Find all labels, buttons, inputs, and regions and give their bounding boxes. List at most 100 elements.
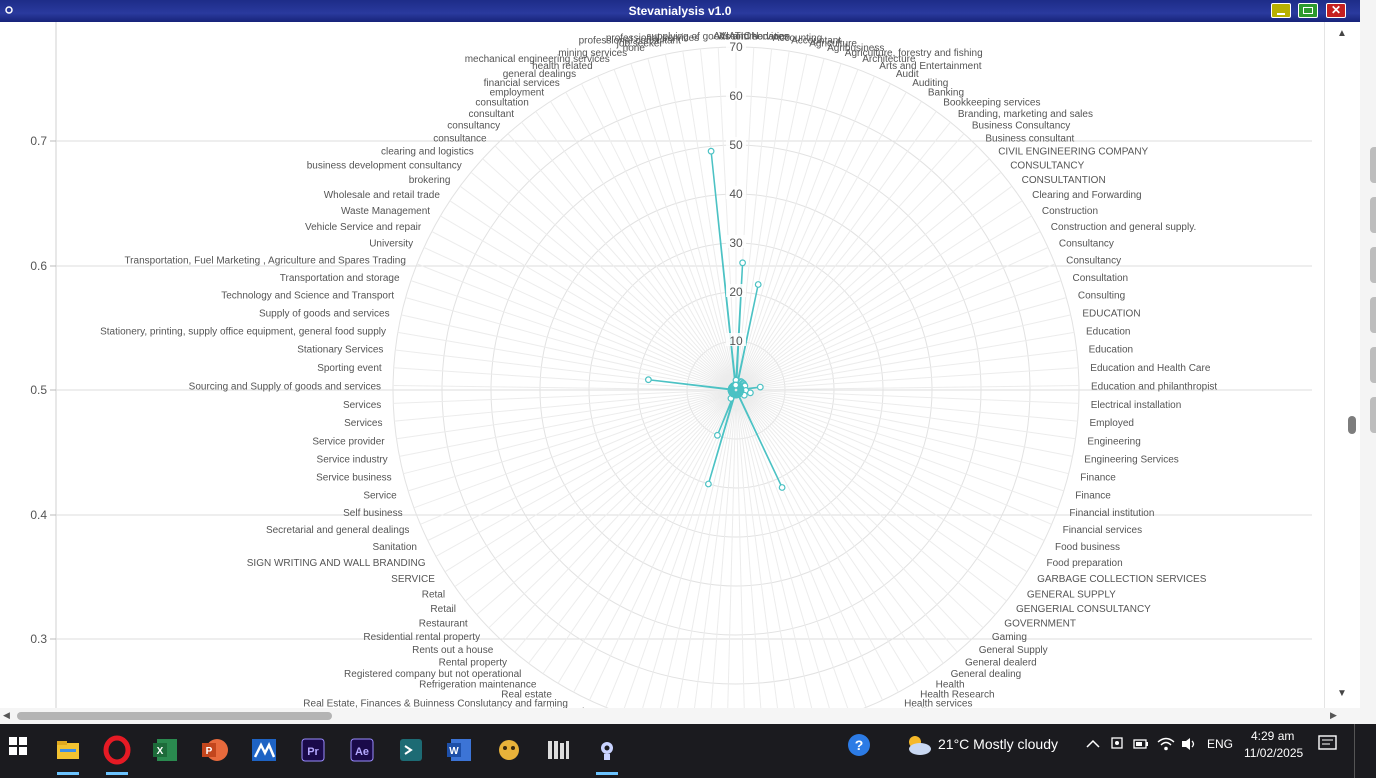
horizontal-scrollbar[interactable]: ◀ ▶ <box>0 708 1360 724</box>
category-label: Technology and Science and Transport <box>221 290 394 301</box>
category-label: mining services <box>558 48 627 59</box>
radial-spoke <box>735 389 1007 602</box>
category-label: Residential rental property <box>363 632 480 643</box>
category-label: Registered company but not operational <box>344 669 521 680</box>
premiere-icon[interactable]: Pr <box>296 733 330 767</box>
category-label: Stationary Services <box>297 345 383 356</box>
wifi-icon[interactable] <box>1157 736 1175 752</box>
opera-icon[interactable] <box>100 733 134 775</box>
word-icon[interactable]: W <box>443 733 477 767</box>
svg-text:P: P <box>206 746 213 757</box>
radial-spoke <box>521 121 737 391</box>
powerpoint-icon[interactable]: P <box>198 733 232 767</box>
terminal-app-icon[interactable] <box>394 733 428 767</box>
svg-text:?: ? <box>855 737 864 753</box>
close-button[interactable]: ✕ <box>1326 3 1346 18</box>
side-tab[interactable] <box>1370 147 1376 183</box>
radial-spoke <box>735 389 944 664</box>
radial-spoke <box>528 389 737 664</box>
category-label: Service business <box>316 473 392 484</box>
vertical-scroll-thumb[interactable] <box>1348 416 1356 434</box>
radial-spoke <box>735 63 842 391</box>
weather-text[interactable]: 21°C Mostly cloudy <box>938 736 1058 752</box>
excel-icon[interactable]: X <box>149 733 183 767</box>
category-label: Education and philanthropist <box>1091 381 1217 392</box>
volume-icon[interactable] <box>1180 736 1198 752</box>
category-label: Finance <box>1080 473 1116 484</box>
radial-spoke <box>664 54 737 391</box>
radial-spoke <box>465 389 737 602</box>
data-point <box>739 259 746 267</box>
category-label: General dealerd <box>965 657 1037 668</box>
y-tick-label: 0.7 <box>30 134 47 148</box>
weather-cloudy-icon[interactable] <box>903 732 933 758</box>
category-label: Retal <box>422 589 445 600</box>
scroll-left-icon[interactable]: ◀ <box>3 710 10 721</box>
game-icon[interactable] <box>492 733 526 767</box>
battery-icon[interactable] <box>1133 737 1149 751</box>
scroll-up-icon[interactable]: ▲ <box>1337 28 1347 39</box>
after-effects-icon[interactable]: Ae <box>345 733 379 767</box>
category-label: Rents out a house <box>412 645 494 656</box>
svg-text:Pr: Pr <box>307 746 319 758</box>
y-tick-label: 0.3 <box>30 632 47 646</box>
radial-spoke <box>613 69 737 391</box>
maximize-button[interactable] <box>1298 3 1318 18</box>
category-label: Arts and Entertainment <box>879 61 981 72</box>
language-indicator[interactable]: ENG <box>1207 737 1233 751</box>
side-tab[interactable] <box>1370 197 1376 233</box>
category-label: Education <box>1089 345 1133 356</box>
data-point <box>756 383 764 391</box>
category-label: General Supply <box>979 645 1048 656</box>
category-label: Consultancy <box>1059 239 1114 250</box>
minimize-button[interactable] <box>1271 3 1291 18</box>
notification-icon[interactable] <box>1318 735 1338 753</box>
category-label: Vehicle Service and repair <box>305 222 422 233</box>
category-label: Clearing and Forwarding <box>1032 190 1142 201</box>
category-label: GOVERNMENT <box>1004 619 1076 630</box>
mathtype-icon[interactable] <box>247 733 281 767</box>
radial-spoke <box>589 389 737 701</box>
clock-date[interactable]: 11/02/2025 <box>1244 746 1303 760</box>
window-titlebar[interactable]: Stevanialysis v1.0 ✕ <box>0 0 1360 22</box>
data-point <box>778 484 786 491</box>
windows-start-icon[interactable] <box>9 737 27 755</box>
file-explorer-icon[interactable] <box>51 733 85 775</box>
clock-time[interactable]: 4:29 am <box>1251 729 1294 743</box>
category-label: employment <box>490 87 545 98</box>
radial-spoke <box>630 63 737 391</box>
stevanialysis-icon[interactable] <box>590 733 624 775</box>
show-desktop-divider[interactable] <box>1354 724 1355 778</box>
category-label: Employed <box>1090 418 1134 429</box>
category-label: Supply of goods and services <box>259 308 390 319</box>
horizontal-scroll-thumb[interactable] <box>17 712 332 720</box>
category-label: Sourcing and Supply of goods and service… <box>189 381 381 392</box>
chevron-up-icon[interactable] <box>1086 738 1100 750</box>
data-point <box>732 381 740 389</box>
radial-tick-label: 60 <box>729 89 743 103</box>
side-tab[interactable] <box>1370 297 1376 333</box>
category-label: General dealing <box>951 669 1022 680</box>
category-label: consultancy <box>447 121 500 132</box>
side-tab[interactable] <box>1370 397 1376 433</box>
category-label: Transportation, Fuel Marketing , Agricul… <box>124 256 405 267</box>
category-label: Education and Health Care <box>1090 363 1211 374</box>
category-label: Business consultant <box>985 133 1074 144</box>
scroll-right-icon[interactable]: ▶ <box>1330 710 1337 721</box>
radial-spoke <box>735 69 859 391</box>
radial-tick-label: 10 <box>729 334 743 348</box>
category-label: Consulting <box>1078 290 1125 301</box>
category-label: Food business <box>1055 542 1120 553</box>
device-icon[interactable] <box>1110 736 1124 752</box>
side-tab[interactable] <box>1370 247 1376 283</box>
radial-spoke <box>405 297 737 391</box>
category-label: Service provider <box>312 437 385 448</box>
help-icon[interactable]: ? <box>846 732 872 758</box>
scroll-down-icon[interactable]: ▼ <box>1337 688 1347 699</box>
side-tab[interactable] <box>1370 347 1376 383</box>
category-label: consultant <box>469 109 515 120</box>
category-label: Electrical installation <box>1091 400 1182 411</box>
chart-canvas[interactable]: 0.7 0.6 0.5 0.4 0.3 10 20 30 40 50 60 70 AVIATION A… <box>0 22 1324 708</box>
vertical-scrollbar[interactable]: ▲ ▼ <box>1324 22 1360 708</box>
library-icon[interactable] <box>541 733 575 767</box>
